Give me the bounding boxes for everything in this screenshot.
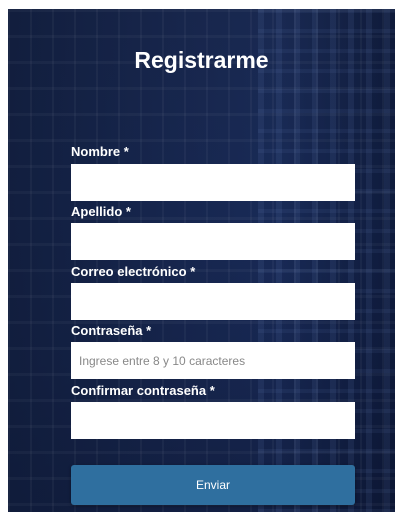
submit-button[interactable]: Enviar [71,465,355,505]
first-name-input[interactable] [71,164,355,201]
confirm-password-input[interactable] [71,402,355,439]
confirm-password-label: Confirmar contraseña * [71,383,215,398]
page-frame: Registrarme Nombre * Apellido * Correo e… [0,0,403,521]
register-form-panel: Registrarme Nombre * Apellido * Correo e… [8,9,395,512]
password-input[interactable] [71,342,355,379]
email-label: Correo electrónico * [71,264,196,279]
password-label: Contraseña * [71,323,152,338]
email-input[interactable] [71,283,355,320]
last-name-label: Apellido * [71,204,131,219]
first-name-label: Nombre * [71,144,129,159]
last-name-input[interactable] [71,223,355,260]
form-title: Registrarme [134,47,269,73]
